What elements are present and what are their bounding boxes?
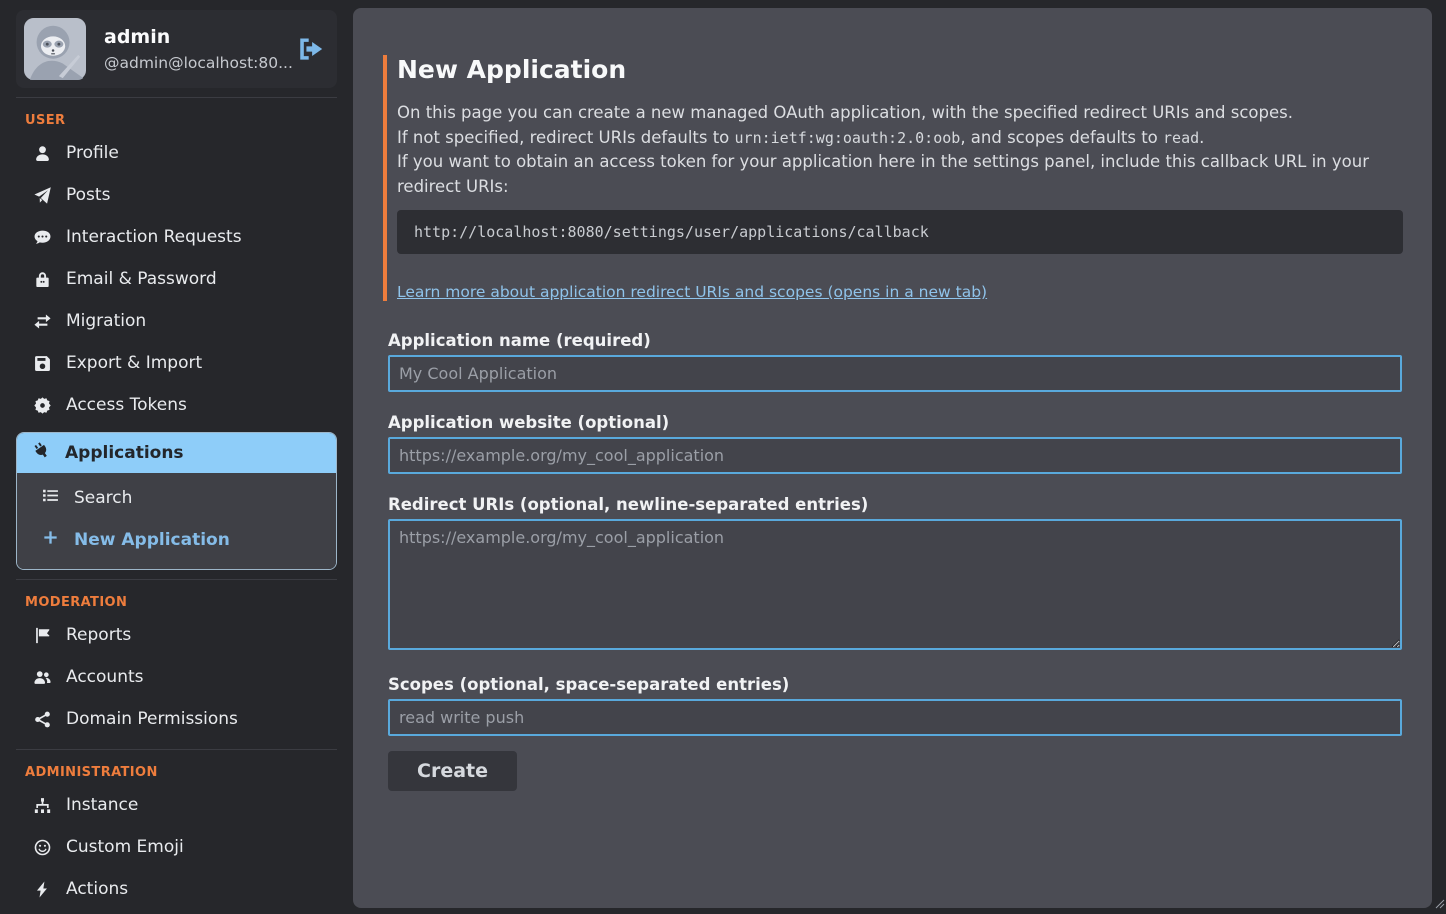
sidebar-item-label: Accounts	[66, 667, 144, 687]
sidebar-item-profile[interactable]: Profile	[16, 132, 337, 174]
floppy-disk-icon	[33, 354, 51, 372]
plus-icon	[42, 529, 59, 551]
sidebar-item-label: Posts	[66, 185, 110, 205]
sidebar-item-applications-new[interactable]: New Application	[17, 519, 336, 561]
sidebar-item-email-password[interactable]: Email & Password	[16, 258, 337, 300]
sidebar-item-label: Domain Permissions	[66, 709, 238, 729]
desc-line3: If you want to obtain an access token fo…	[397, 152, 1369, 196]
sloth-avatar	[24, 18, 86, 80]
lock-icon	[33, 270, 51, 288]
sidebar-item-accounts[interactable]: Accounts	[16, 656, 337, 698]
paper-plane-icon	[33, 186, 51, 204]
moderation-nav: Reports Accounts Domain Permissions	[16, 614, 337, 740]
scopes-input[interactable]	[388, 699, 1402, 736]
sidebar-item-domain-permissions[interactable]: Domain Permissions	[16, 698, 337, 740]
sidebar-item-interaction-requests[interactable]: Interaction Requests	[16, 216, 337, 258]
user-nav: Profile Posts Interaction Requests Email…	[16, 132, 337, 426]
sidebar-item-posts[interactable]: Posts	[16, 174, 337, 216]
sidebar-item-reports[interactable]: Reports	[16, 614, 337, 656]
exchange-arrows-icon	[33, 312, 51, 330]
redirect-uris-textarea[interactable]	[388, 519, 1402, 650]
sidebar-item-label: Actions	[66, 879, 128, 899]
sidebar-item-export-import[interactable]: Export & Import	[16, 342, 337, 384]
resize-grip-icon	[1435, 899, 1445, 909]
plug-icon	[33, 442, 50, 464]
sidebar-item-label: Email & Password	[66, 269, 217, 289]
inline-code-oob: urn:ietf:wg:oauth:2.0:oob	[735, 129, 961, 147]
sidebar-item-label: Search	[74, 488, 132, 508]
new-application-panel: New Application On this page you can cre…	[353, 8, 1432, 908]
administration-nav: Instance Custom Emoji Actions	[16, 784, 337, 910]
sidebar-item-label: Migration	[66, 311, 146, 331]
applications-block: Applications Search New Application	[16, 432, 337, 570]
bolt-icon	[33, 880, 51, 898]
sidebar-item-custom-emoji[interactable]: Custom Emoji	[16, 826, 337, 868]
sidebar-item-label: New Application	[74, 530, 230, 550]
sidebar-divider	[16, 97, 337, 98]
sidebar-item-applications[interactable]: Applications	[17, 433, 336, 473]
certificate-icon	[33, 396, 51, 414]
list-icon	[42, 487, 59, 509]
sidebar-divider	[16, 579, 337, 580]
user-handle: @admin@localhost:80...	[104, 54, 293, 72]
sidebar-item-label: Access Tokens	[66, 395, 187, 415]
redirect-uris-label: Redirect URIs (optional, newline-separat…	[388, 495, 1402, 514]
page-title: New Application	[397, 55, 1393, 84]
section-header-moderation: MODERATION	[25, 595, 337, 610]
user-icon	[33, 144, 51, 162]
user-meta: admin @admin@localhost:80...	[104, 26, 293, 72]
desc-line1: On this page you can create a new manage…	[397, 103, 1293, 122]
sidebar-item-label: Export & Import	[66, 353, 202, 373]
application-website-label: Application website (optional)	[388, 413, 1402, 432]
share-nodes-icon	[33, 710, 51, 728]
scopes-field-group: Scopes (optional, space-separated entrie…	[388, 675, 1402, 736]
sidebar-item-instance[interactable]: Instance	[16, 784, 337, 826]
sidebar-item-label: Custom Emoji	[66, 837, 184, 857]
flag-icon	[33, 626, 51, 644]
application-name-field-group: Application name (required)	[388, 331, 1402, 392]
sign-out-button[interactable]	[297, 36, 323, 62]
info-section: New Application On this page you can cre…	[383, 55, 1393, 301]
create-button[interactable]: Create	[388, 751, 517, 791]
desc-line2-post: .	[1199, 128, 1204, 147]
description: On this page you can create a new manage…	[397, 101, 1393, 199]
sidebar-item-applications-search[interactable]: Search	[17, 477, 336, 519]
sidebar-item-label: Profile	[66, 143, 119, 163]
sidebar-item-label: Applications	[65, 443, 184, 463]
sign-out-icon	[297, 50, 323, 65]
application-name-input[interactable]	[388, 355, 1402, 392]
sidebar-item-access-tokens[interactable]: Access Tokens	[16, 384, 337, 426]
desc-line2-pre: If not specified, redirect URIs defaults…	[397, 128, 735, 147]
smiley-icon	[33, 838, 51, 856]
learn-more-link[interactable]: Learn more about application redirect UR…	[397, 283, 987, 301]
scopes-label: Scopes (optional, space-separated entrie…	[388, 675, 1402, 694]
section-header-user: USER	[25, 113, 337, 128]
sidebar-item-migration[interactable]: Migration	[16, 300, 337, 342]
section-header-administration: ADMINISTRATION	[25, 765, 337, 780]
application-name-label: Application name (required)	[388, 331, 1402, 350]
sidebar-item-label: Instance	[66, 795, 138, 815]
inline-code-read: read	[1163, 129, 1199, 147]
user-name: admin	[104, 26, 293, 48]
desc-line2-mid: , and scopes defaults to	[960, 128, 1163, 147]
application-website-input[interactable]	[388, 437, 1402, 474]
callback-url-code-block: http://localhost:8080/settings/user/appl…	[397, 210, 1403, 254]
applications-submenu: Search New Application	[17, 473, 336, 569]
settings-sidebar: admin @admin@localhost:80... USER Profil…	[0, 0, 353, 914]
application-website-field-group: Application website (optional)	[388, 413, 1402, 474]
users-icon	[33, 668, 51, 686]
comment-icon	[33, 228, 51, 246]
new-application-form: Application name (required) Application …	[388, 331, 1402, 791]
sidebar-item-actions[interactable]: Actions	[16, 868, 337, 910]
sidebar-divider	[16, 749, 337, 750]
sidebar-item-label: Interaction Requests	[66, 227, 242, 247]
user-card[interactable]: admin @admin@localhost:80...	[16, 10, 337, 88]
sidebar-item-label: Reports	[66, 625, 131, 645]
sitemap-icon	[33, 796, 51, 814]
redirect-uris-field-group: Redirect URIs (optional, newline-separat…	[388, 495, 1402, 654]
